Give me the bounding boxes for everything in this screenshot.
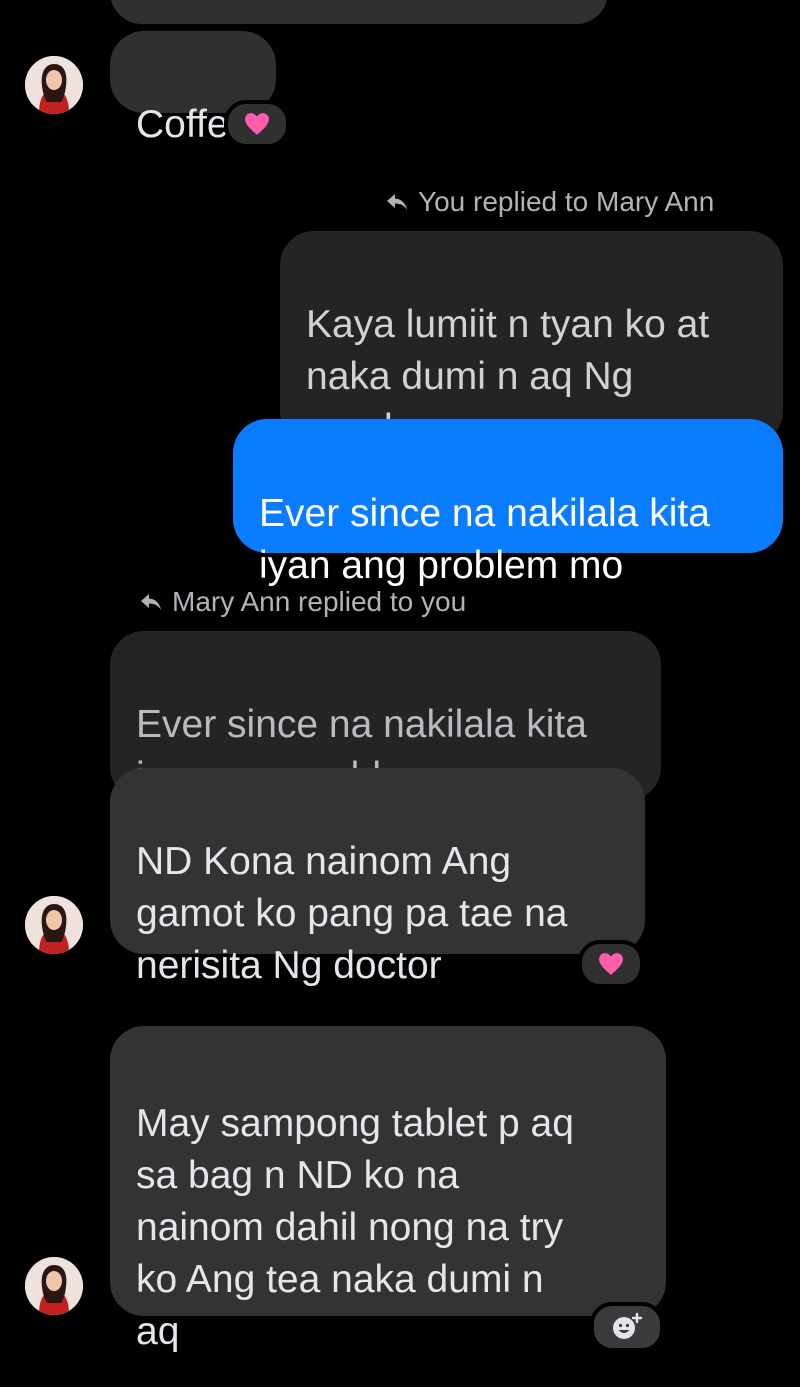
outgoing-message-bubble[interactable]: Ever since na nakilala kita iyan ang pro… [233, 419, 783, 587]
reply-note-text: Mary Ann replied to you [172, 586, 467, 617]
message-text: ND Kona nainom Ang gamot ko pang pa tae … [136, 840, 568, 987]
reaction-badge[interactable] [224, 100, 290, 148]
message-bubble-gamot[interactable]: ND Kona nainom Ang gamot ko pang pa tae … [110, 768, 645, 987]
reply-note-text: You replied to Mary Ann [418, 186, 715, 217]
message-text: May sampong tablet p aq sa bag n ND ko n… [136, 1102, 574, 1353]
reply-note: You replied to Mary Ann [386, 186, 714, 218]
add-reaction-button[interactable] [590, 1302, 664, 1352]
message-bubble-tablet[interactable]: May sampong tablet p aq sa bag n ND ko n… [110, 1026, 666, 1353]
heart-icon [599, 953, 623, 975]
reply-arrow-icon [141, 594, 161, 610]
avatar[interactable] [25, 1257, 83, 1315]
message-text: Ever since na nakilala kita iyan ang pro… [259, 492, 710, 587]
previous-message-bubble[interactable] [110, 0, 608, 24]
reply-arrow-icon [387, 194, 407, 210]
avatar[interactable] [25, 896, 83, 954]
reply-note: Mary Ann replied to you [140, 586, 466, 618]
heart-icon [245, 113, 269, 135]
reaction-badge[interactable] [578, 940, 644, 988]
quoted-message-bubble[interactable]: Kaya lumiit n tyan ko at naka dumi n aq … [280, 231, 783, 450]
avatar[interactable] [25, 56, 83, 114]
add-reaction-icon [613, 1312, 643, 1339]
